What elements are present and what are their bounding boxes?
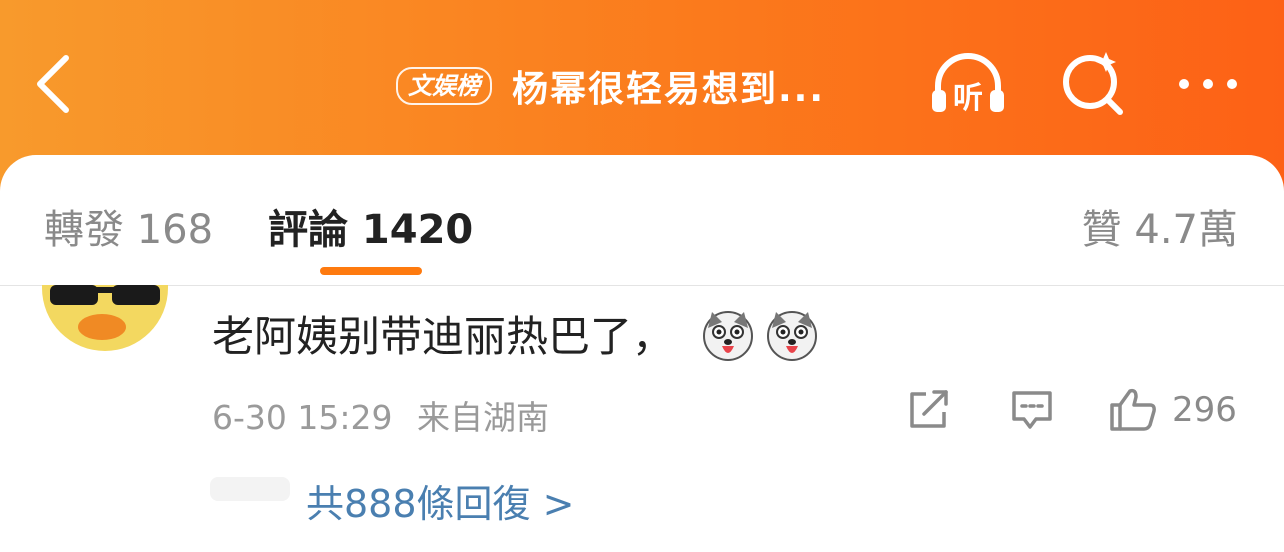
share-icon	[910, 390, 948, 428]
comment-text: 老阿姨别带迪丽热巴了，	[212, 303, 820, 364]
more-icon	[1179, 79, 1237, 89]
comment-body: 老阿姨别带迪丽热巴了，	[212, 312, 675, 361]
listen-button[interactable]: 听	[928, 48, 1008, 120]
more-button[interactable]	[1170, 48, 1250, 120]
like-button[interactable]: 296	[1108, 385, 1237, 435]
top-bar: 文娱榜 杨幂很轻易想到... 听	[0, 0, 1284, 160]
husky-emoji	[703, 310, 754, 361]
comment-time: 6-30 15:29	[212, 398, 393, 437]
search-icon	[1063, 52, 1123, 115]
tab-bar: 轉發 168 評論 1420 贊 4.7萬	[0, 155, 1284, 286]
active-tab-indicator	[320, 267, 422, 275]
share-button[interactable]	[906, 385, 954, 435]
comment-location: 来自湖南	[417, 398, 549, 437]
comment-icon	[1012, 391, 1052, 429]
tab-comments[interactable]: 評論 1420	[268, 197, 473, 255]
content-panel: 轉發 168 評論 1420 贊 4.7萬 老阿姨别带迪丽热巴了， 6-30 1…	[0, 155, 1284, 552]
tab-likes[interactable]: 贊 4.7萬	[1082, 197, 1238, 255]
comment-meta: 6-30 15:29 来自湖南	[212, 391, 549, 439]
thumbs-up-icon	[1110, 388, 1156, 431]
hot-list-badge[interactable]: 文娱榜	[396, 67, 492, 105]
title-area: 文娱榜 杨幂很轻易想到...	[396, 58, 825, 114]
listen-icon: 听	[932, 53, 1004, 116]
search-button[interactable]	[1054, 48, 1134, 120]
collapsed-reply-preview	[210, 477, 290, 501]
reply-button[interactable]	[1008, 385, 1056, 435]
view-replies-link[interactable]: 共888條回復 >	[306, 473, 574, 528]
avatar[interactable]	[42, 285, 168, 351]
like-count: 296	[1172, 390, 1237, 430]
tab-repost[interactable]: 轉發 168	[44, 197, 213, 255]
back-icon[interactable]	[30, 52, 80, 116]
listen-label: 听	[953, 81, 983, 116]
page-title: 杨幂很轻易想到...	[512, 69, 826, 110]
husky-emoji	[767, 310, 818, 361]
